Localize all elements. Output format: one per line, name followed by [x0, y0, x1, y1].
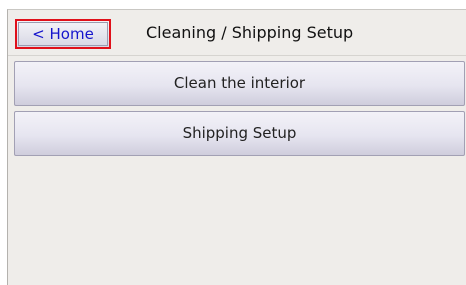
header-bar: < Home Cleaning / Shipping Setup	[8, 10, 466, 56]
shipping-setup-button[interactable]: Shipping Setup	[14, 111, 465, 156]
main-panel: < Home Cleaning / Shipping Setup Clean t…	[7, 9, 466, 285]
page-title: Cleaning / Shipping Setup	[146, 23, 354, 42]
home-button[interactable]: < Home	[15, 19, 111, 49]
clean-interior-button[interactable]: Clean the interior	[14, 61, 465, 106]
